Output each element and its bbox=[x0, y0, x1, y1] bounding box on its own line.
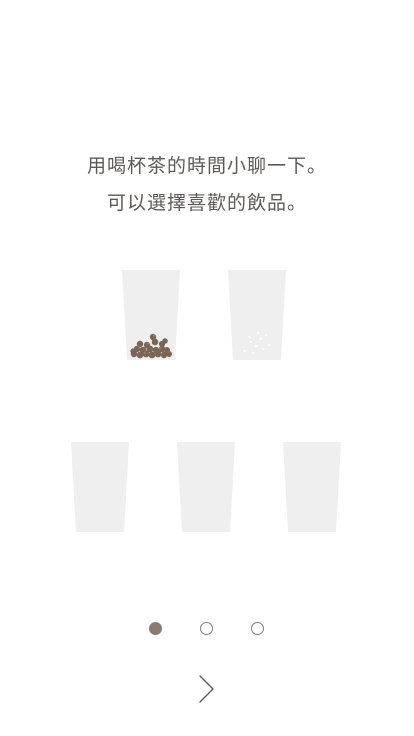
pagination bbox=[0, 622, 414, 638]
cup-4[interactable] bbox=[177, 442, 235, 532]
jelly-tea-cup[interactable] bbox=[228, 270, 286, 360]
cup-crystals-icon bbox=[228, 270, 286, 360]
cup-pearls-icon bbox=[122, 270, 180, 360]
pearl-tea-cup[interactable] bbox=[122, 270, 180, 360]
cup-3[interactable] bbox=[71, 442, 129, 532]
cup-5[interactable] bbox=[283, 442, 341, 532]
intro-text: 用喝杯茶的時間小聊一下。 可以選擇喜歡的飲品。 bbox=[0, 148, 414, 222]
empty-cup-icon bbox=[71, 442, 129, 532]
page-dot-1[interactable] bbox=[149, 622, 162, 635]
empty-cup-icon bbox=[177, 442, 235, 532]
chevron-right-icon bbox=[199, 675, 214, 703]
intro-line-2: 可以選擇喜歡的飲品。 bbox=[106, 192, 307, 214]
page-dot-2[interactable] bbox=[200, 622, 213, 635]
intro-line-1: 用喝杯茶的時間小聊一下。 bbox=[86, 155, 327, 177]
page-dot-3[interactable] bbox=[251, 622, 264, 635]
next-button[interactable] bbox=[190, 672, 224, 706]
empty-cup-icon bbox=[283, 442, 341, 532]
